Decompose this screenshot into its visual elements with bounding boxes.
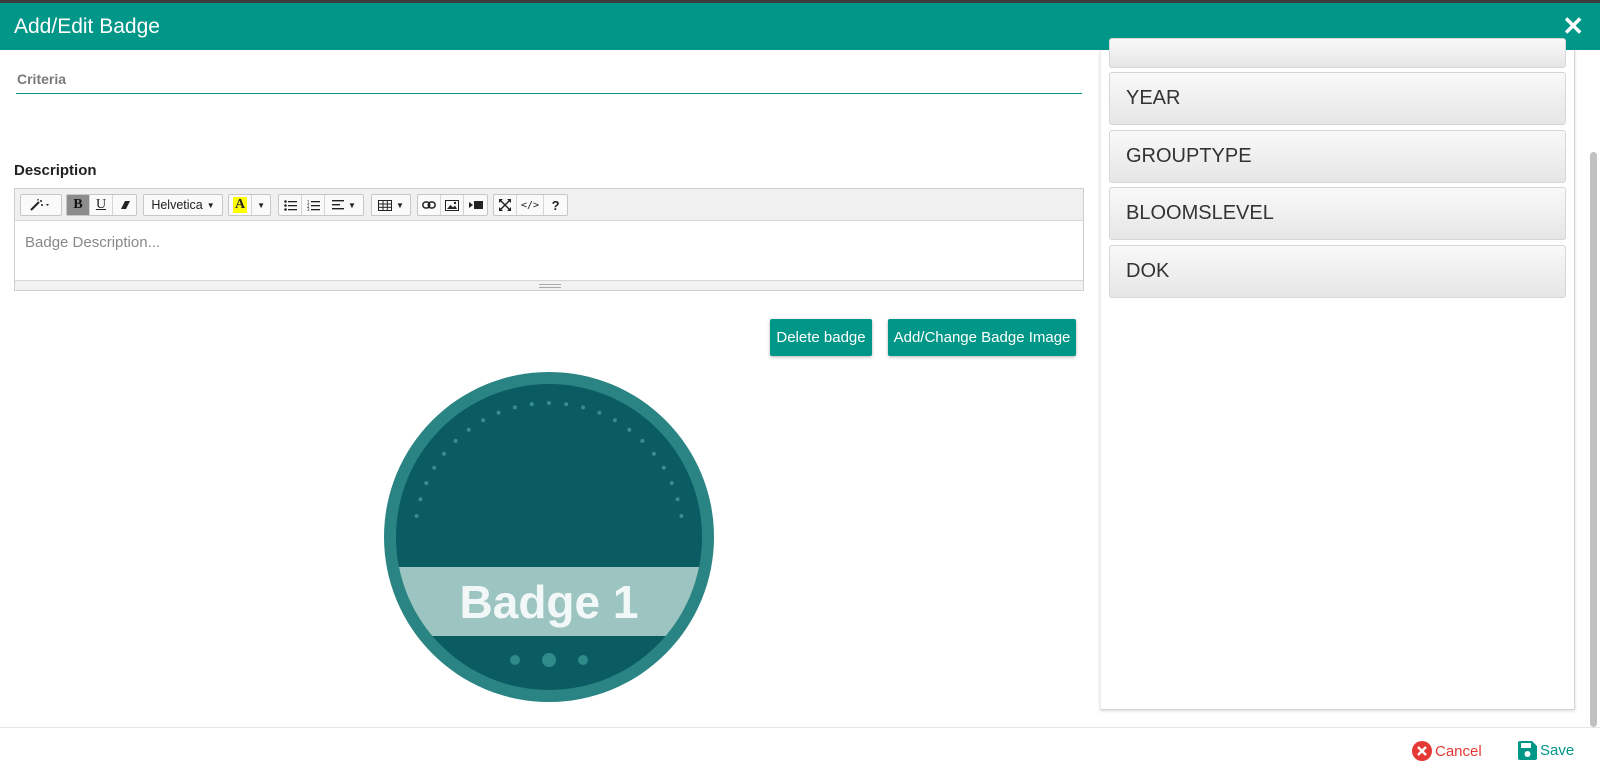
badge-arc-dot bbox=[661, 465, 666, 470]
badge-arc-dot bbox=[612, 418, 617, 423]
eraser-icon bbox=[120, 201, 130, 209]
help-button[interactable]: ? bbox=[544, 195, 567, 215]
badge-label: Badge 1 bbox=[460, 576, 639, 628]
magic-wand-icon bbox=[30, 199, 49, 211]
picture-button[interactable] bbox=[441, 195, 464, 215]
font-name-value: Helvetica bbox=[151, 198, 203, 212]
badge-arc-dot bbox=[564, 402, 569, 407]
badge-arc-dot bbox=[675, 497, 680, 502]
ordered-list-button[interactable]: 123 bbox=[302, 195, 325, 215]
cancel-label: Cancel bbox=[1435, 742, 1482, 760]
badge-arc-dot bbox=[414, 514, 419, 518]
bullet-list-icon bbox=[283, 199, 297, 211]
scrollbar-thumb[interactable] bbox=[1590, 152, 1597, 727]
badge-arc-dot bbox=[481, 418, 486, 423]
align-dropdown-button[interactable]: ▼ bbox=[325, 195, 363, 215]
table-dropdown-button[interactable]: ▼ bbox=[372, 195, 410, 215]
badge-dot-center bbox=[542, 653, 556, 667]
badge-arc-dot bbox=[529, 402, 534, 407]
badge-arc-dot bbox=[424, 481, 429, 486]
video-icon bbox=[468, 201, 483, 209]
editor-resize-bar[interactable] bbox=[15, 280, 1083, 290]
underline-button[interactable]: U bbox=[90, 195, 113, 215]
picture-icon bbox=[445, 199, 459, 211]
save-label: Save bbox=[1540, 742, 1575, 759]
delete-badge-button[interactable]: Delete badge bbox=[770, 319, 872, 356]
badge-arc-dot bbox=[496, 410, 501, 415]
paragraph-group: 123 ▼ bbox=[278, 194, 364, 216]
insert-group bbox=[417, 194, 488, 216]
font-style-group: B U bbox=[66, 194, 137, 216]
color-group: A ▼ bbox=[228, 194, 272, 216]
description-editable-area[interactable]: Badge Description... bbox=[15, 221, 1083, 280]
badge-arc-dot bbox=[512, 405, 517, 410]
cancel-button[interactable]: Cancel bbox=[1412, 741, 1482, 761]
tag-list-panel: YEAR GROUPTYPE BLOOMSLEVEL DOK bbox=[1100, 38, 1575, 710]
close-icon[interactable]: ✕ bbox=[1562, 11, 1584, 42]
numbered-list-icon: 123 bbox=[307, 200, 320, 211]
link-icon bbox=[422, 201, 436, 209]
view-group: </> ? bbox=[493, 194, 569, 216]
recent-color-button[interactable]: A bbox=[229, 195, 253, 215]
description-label: Description bbox=[14, 162, 97, 179]
caret-icon: ▼ bbox=[206, 200, 215, 210]
unordered-list-button[interactable] bbox=[279, 195, 302, 215]
clear-format-button[interactable] bbox=[113, 195, 136, 215]
badge-arc-dot bbox=[418, 497, 423, 502]
floppy-disk-icon bbox=[1518, 741, 1537, 760]
badge-arc-dot bbox=[679, 514, 684, 518]
badge-image: Badge 1 bbox=[384, 372, 714, 702]
badge-arc-dot bbox=[581, 405, 586, 410]
editor-toolbar: B U Helvetica ▼ A ▼ 123 ▼ ▼ </> ? bbox=[15, 189, 1083, 221]
badge-dot-left bbox=[510, 655, 520, 665]
tag-item-bloomslevel[interactable]: BLOOMSLEVEL bbox=[1109, 187, 1566, 240]
tag-item-year[interactable]: YEAR bbox=[1109, 72, 1566, 125]
badge-arc-dot bbox=[640, 438, 645, 443]
badge-arc-dot bbox=[597, 410, 602, 415]
tag-item-partial[interactable] bbox=[1109, 38, 1566, 68]
color-dropdown-button[interactable]: ▼ bbox=[252, 195, 270, 215]
badge-arc-dot bbox=[432, 465, 437, 470]
dialog-title: Add/Edit Badge bbox=[14, 15, 160, 38]
resize-grip-icon bbox=[539, 284, 561, 288]
codeview-button[interactable]: </> bbox=[517, 195, 545, 215]
footer-divider bbox=[0, 727, 1600, 728]
caret-icon: ▼ bbox=[348, 200, 356, 210]
text-color-icon: A bbox=[233, 197, 248, 213]
style-group bbox=[20, 194, 62, 216]
description-placeholder: Badge Description... bbox=[25, 234, 161, 251]
criteria-input-underline[interactable] bbox=[16, 93, 1082, 94]
svg-text:3: 3 bbox=[307, 207, 310, 211]
badge-dot-right bbox=[578, 655, 588, 665]
badge-arc-dot bbox=[651, 451, 656, 456]
caret-icon: ▼ bbox=[396, 200, 404, 210]
description-editor: B U Helvetica ▼ A ▼ 123 ▼ ▼ </> ? Badge … bbox=[14, 188, 1084, 291]
align-left-icon bbox=[332, 200, 345, 210]
badge-arc-dot bbox=[547, 401, 551, 405]
table-icon bbox=[378, 199, 393, 211]
criteria-label: Criteria bbox=[17, 71, 67, 87]
font-name-dropdown[interactable]: Helvetica ▼ bbox=[144, 195, 222, 215]
tag-item-grouptype[interactable]: GROUPTYPE bbox=[1109, 130, 1566, 183]
badge-arc-dot bbox=[466, 427, 471, 432]
add-change-badge-image-button[interactable]: Add/Change Badge Image bbox=[888, 319, 1076, 356]
save-button[interactable]: Save bbox=[1518, 741, 1574, 760]
video-button[interactable] bbox=[464, 195, 487, 215]
link-button[interactable] bbox=[418, 195, 441, 215]
fullscreen-button[interactable] bbox=[494, 195, 517, 215]
fullscreen-icon bbox=[499, 199, 511, 211]
style-dropdown-button[interactable] bbox=[21, 195, 61, 215]
tag-item-dok[interactable]: DOK bbox=[1109, 245, 1566, 298]
badge-arc-dot bbox=[442, 451, 447, 456]
badge-arc-dot bbox=[627, 427, 632, 432]
bold-button[interactable]: B bbox=[67, 195, 90, 215]
font-name-group: Helvetica ▼ bbox=[143, 194, 223, 216]
badge-arc-dot bbox=[669, 481, 674, 486]
table-group: ▼ bbox=[371, 194, 411, 216]
badge-arc-dot bbox=[453, 438, 458, 443]
cancel-icon bbox=[1412, 741, 1432, 761]
